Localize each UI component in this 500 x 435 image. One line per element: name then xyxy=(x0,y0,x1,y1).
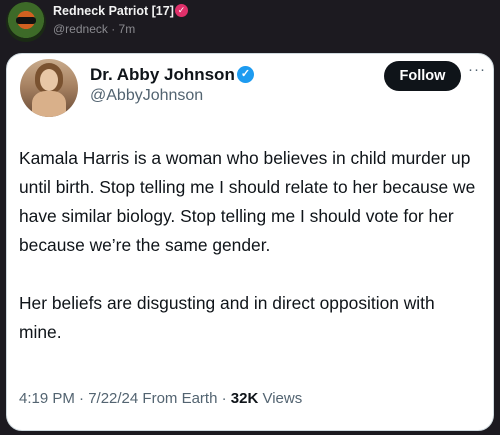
repost-header: Redneck Patriot [17] ✓ @redneck · 7m xyxy=(0,0,500,50)
post-meta: 4:19 PM · 7/22/24 From Earth · 32K Views xyxy=(19,390,302,407)
more-options-icon[interactable]: ··· xyxy=(468,62,486,77)
post-body: Kamala Harris is a woman who believes in… xyxy=(19,144,479,347)
repost-avatar[interactable] xyxy=(6,2,46,42)
quoted-post-card[interactable]: Dr. Abby Johnson ✓ @AbbyJohnson Follow ·… xyxy=(6,53,494,431)
repost-author-name[interactable]: Redneck Patriot [17] xyxy=(53,4,174,18)
avatar-body xyxy=(32,91,66,117)
pink-badge-icon: ✓ xyxy=(175,4,188,17)
follow-button[interactable]: Follow xyxy=(384,61,461,91)
embed-avatar[interactable] xyxy=(20,59,78,117)
post-paragraph-2: Her beliefs are disgusting and in direct… xyxy=(19,293,435,342)
repost-handle-time[interactable]: @redneck · 7m xyxy=(53,22,135,36)
avatar-face xyxy=(40,69,58,91)
views-label: Views xyxy=(258,390,303,407)
verified-badge-icon: ✓ xyxy=(237,66,254,83)
views-count: 32K xyxy=(230,390,259,407)
post-paragraph-1: Kamala Harris is a woman who believes in… xyxy=(19,148,476,255)
avatar-glasses-icon xyxy=(16,17,36,24)
post-timestamp[interactable]: 4:19 PM · 7/22/24 From Earth · xyxy=(19,390,231,407)
embed-handle[interactable]: @AbbyJohnson xyxy=(90,87,203,105)
embed-display-name[interactable]: Dr. Abby Johnson xyxy=(90,65,235,85)
